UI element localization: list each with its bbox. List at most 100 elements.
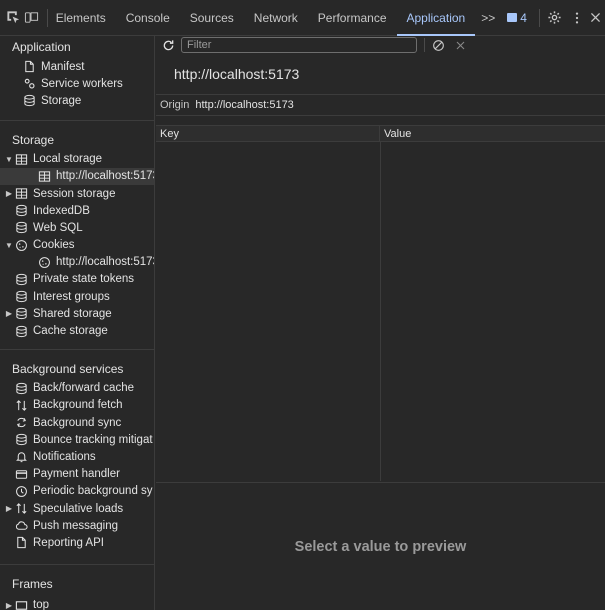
database-icon xyxy=(14,381,28,395)
clear-all-icon[interactable] xyxy=(432,39,445,52)
cookie-icon xyxy=(38,255,51,269)
sidebar-item-label: Background sync xyxy=(33,416,122,429)
storage-main-panel: http://localhost:5173 Origin http://loca… xyxy=(156,36,605,610)
settings-gear-icon[interactable] xyxy=(546,7,564,29)
section-title-storage: Storage xyxy=(12,132,55,147)
sidebar-item-label: Local storage xyxy=(33,153,103,166)
frame-icon xyxy=(14,598,28,610)
section-title-background-services: Background services xyxy=(12,361,124,376)
storage-origin-title: http://localhost:5173 xyxy=(174,66,300,82)
sidebar-item-label: Payment handler xyxy=(33,468,120,481)
filter-input[interactable] xyxy=(181,37,417,53)
sidebar-item-session-storage[interactable]: ▶ Session storage xyxy=(0,185,154,202)
gears-icon xyxy=(22,77,36,91)
database-icon xyxy=(14,204,28,218)
section-title-frames: Frames xyxy=(12,576,53,591)
sidebar-item-label: Bounce tracking mitigat xyxy=(33,433,153,446)
sidebar-item-label: Background fetch xyxy=(33,399,123,412)
sidebar-item-cookies[interactable]: ▼ Cookies xyxy=(0,237,154,254)
sidebar-item-label: Cookies xyxy=(33,239,75,252)
section-title-application: Application xyxy=(12,40,71,54)
sidebar-item-payment-handler[interactable]: Payment handler xyxy=(0,466,154,483)
sidebar-item-label: Storage xyxy=(41,94,82,107)
sidebar-item-background-fetch[interactable]: Background fetch xyxy=(0,397,154,414)
column-header-value[interactable]: Value xyxy=(380,126,605,141)
up-down-arrows-icon xyxy=(14,502,28,516)
sidebar-item-label: Push messaging xyxy=(33,519,119,532)
database-icon xyxy=(14,221,28,235)
database-icon xyxy=(14,272,28,286)
sidebar-item-label: Session storage xyxy=(33,187,116,200)
database-icon xyxy=(14,324,28,338)
sidebar-item-speculative-loads[interactable]: ▶ Speculative loads xyxy=(0,500,154,517)
sidebar-item-label: Back/forward cache xyxy=(33,382,134,395)
tab-console[interactable]: Console xyxy=(116,0,180,36)
sidebar-item-local-storage[interactable]: ▼ Local storage xyxy=(0,151,154,168)
document-icon xyxy=(22,60,36,74)
sidebar-item-reporting-api[interactable]: Reporting API xyxy=(0,534,154,551)
sidebar-item-label: Interest groups xyxy=(33,290,110,303)
sidebar-item-frame-top[interactable]: ▶ top xyxy=(0,597,154,610)
section-divider xyxy=(0,119,154,121)
toolbar-separator xyxy=(46,8,48,27)
preview-placeholder: Select a value to preview xyxy=(294,538,467,555)
table-body[interactable] xyxy=(156,142,605,481)
section-divider xyxy=(0,563,154,565)
collapsed-arrow-icon[interactable]: ▶ xyxy=(4,504,14,513)
clock-icon xyxy=(14,484,28,498)
sidebar-item-storage[interactable]: Storage xyxy=(0,92,154,109)
collapsed-arrow-icon[interactable]: ▶ xyxy=(4,309,14,318)
issues-count: 4 xyxy=(520,10,527,25)
sidebar-item-periodic-background-sync[interactable]: Periodic background sy xyxy=(0,483,154,500)
table-icon xyxy=(38,169,51,183)
inspect-element-icon[interactable] xyxy=(4,7,22,29)
expanded-arrow-icon[interactable]: ▼ xyxy=(4,155,14,164)
sidebar-item-manifest[interactable]: Manifest xyxy=(0,58,154,75)
sidebar-item-back-forward-cache[interactable]: Back/forward cache xyxy=(0,380,154,397)
tab-elements[interactable]: Elements xyxy=(54,0,116,36)
issues-badge[interactable]: 4 xyxy=(501,11,533,25)
sidebar-item-label: Shared storage xyxy=(33,307,112,320)
sidebar-item-label: Notifications xyxy=(33,450,96,463)
sidebar-item-local-storage-origin[interactable]: http://localhost:5173 xyxy=(0,167,154,185)
sidebar-item-interest-groups[interactable]: Interest groups xyxy=(0,288,154,305)
sidebar-item-private-state-tokens[interactable]: Private state tokens xyxy=(0,271,154,288)
expanded-arrow-icon[interactable]: ▼ xyxy=(4,241,14,250)
bell-icon xyxy=(14,450,28,464)
sidebar-item-label: IndexedDB xyxy=(33,204,90,217)
more-tabs-button[interactable]: >> xyxy=(475,0,501,36)
database-icon xyxy=(14,307,28,321)
sidebar-item-background-sync[interactable]: Background sync xyxy=(0,414,154,431)
kebab-menu-icon[interactable] xyxy=(568,7,586,29)
sidebar-item-label: Speculative loads xyxy=(33,502,124,515)
cookie-icon xyxy=(14,238,28,252)
delete-selected-icon[interactable] xyxy=(455,40,466,51)
sidebar-item-push-messaging[interactable]: Push messaging xyxy=(0,517,154,534)
table-header: Key Value xyxy=(156,125,605,142)
sidebar-item-indexeddb[interactable]: IndexedDB xyxy=(0,202,154,219)
sidebar-item-service-workers[interactable]: Service workers xyxy=(0,75,154,92)
sidebar-item-web-sql[interactable]: Web SQL xyxy=(0,219,154,236)
tab-performance[interactable]: Performance xyxy=(308,0,397,36)
close-devtools-icon[interactable] xyxy=(587,7,605,29)
sidebar-item-notifications[interactable]: Notifications xyxy=(0,448,154,465)
refresh-icon[interactable] xyxy=(162,39,175,52)
sidebar-item-label: top xyxy=(33,599,49,610)
column-divider xyxy=(380,142,381,481)
collapsed-arrow-icon[interactable]: ▶ xyxy=(4,189,14,198)
tab-sources[interactable]: Sources xyxy=(180,0,244,36)
sidebar-item-cache-storage[interactable]: Cache storage xyxy=(0,322,154,339)
sidebar-item-cookies-origin[interactable]: http://localhost:5173 xyxy=(0,254,154,271)
table-icon xyxy=(14,187,28,201)
column-header-key[interactable]: Key xyxy=(156,126,380,141)
sync-icon xyxy=(14,416,28,430)
sidebar-item-shared-storage[interactable]: ▶ Shared storage xyxy=(0,305,154,322)
collapsed-arrow-icon[interactable]: ▶ xyxy=(4,601,14,610)
database-icon xyxy=(22,94,36,108)
device-toolbar-icon[interactable] xyxy=(22,7,40,29)
sidebar-item-bounce-tracking[interactable]: Bounce tracking mitigat xyxy=(0,431,154,448)
tab-application[interactable]: Application xyxy=(396,0,476,36)
credit-card-icon xyxy=(14,467,28,481)
value-preview-panel: Select a value to preview xyxy=(156,482,605,610)
tab-network[interactable]: Network xyxy=(244,0,308,36)
